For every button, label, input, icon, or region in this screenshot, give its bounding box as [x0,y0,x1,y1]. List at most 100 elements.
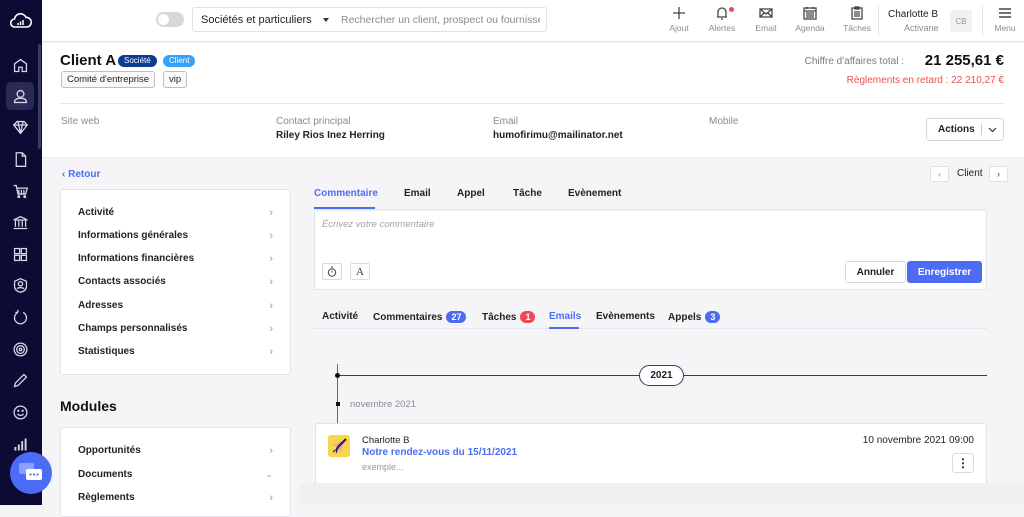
calendar-icon [803,7,817,20]
divider [60,103,1004,104]
search-input[interactable] [335,7,547,32]
calls-count-badge: 3 [705,311,721,323]
hamburger-icon [999,8,1011,18]
next-client-button[interactable]: › [989,166,1008,182]
stopwatch-icon [327,266,337,277]
more-options-button[interactable]: ⋮ [952,453,974,473]
email-author: Charlotte B [362,435,410,446]
menu-label: Menu [994,23,1016,33]
agenda-label: Agenda [795,23,825,33]
comment-input[interactable] [315,211,986,255]
timer-button[interactable] [322,263,342,280]
main-contact-value[interactable]: Riley Rios Inez Herring [276,130,385,141]
menu-button[interactable]: Menu [988,4,1022,38]
caret-down-icon [323,18,329,22]
tab-emails[interactable]: Emails [549,311,581,322]
menu-item-statistics[interactable]: Statistiques › [78,346,273,364]
month-label: novembre 2021 [350,399,417,410]
societe-badge: Société [118,55,157,67]
chevron-right-icon: › [269,253,273,265]
back-link[interactable]: ‹ Retour [62,169,100,180]
add-label: Ajout [669,23,689,33]
bell-icon [717,7,727,20]
comments-count-badge: 27 [446,311,467,323]
entity-filter-select[interactable]: Sociétés et particuliers [192,7,336,32]
module-opportunities[interactable]: Opportunités › [78,445,273,463]
tab-label: Commentaires [373,311,443,323]
cancel-button[interactable]: Annuler [845,261,906,283]
email-date: 10 novembre 2021 09:00 [862,435,974,446]
mode-toggle[interactable] [156,12,184,27]
menu-item-addresses[interactable]: Adresses › [78,300,273,318]
diamond-icon[interactable] [6,113,34,141]
tag[interactable]: Comité d'entreprise [61,71,156,88]
agenda-button[interactable]: Agenda [792,4,828,38]
previous-client-button[interactable]: ‹ [930,166,949,182]
module-payments[interactable]: Règlements › [78,492,273,510]
sidebar-scrollbar[interactable] [38,44,41,149]
pencil-icon[interactable] [6,366,34,394]
tab-events[interactable]: Evènements [596,311,655,322]
client-menu: Activité › Informations générales › Inform… [60,189,291,375]
save-button[interactable]: Enregistrer [907,261,982,283]
tab-tasks[interactable]: Tâches 1 [482,311,536,323]
menu-item-financial-info[interactable]: Informations financières › [78,253,273,271]
document-icon[interactable] [6,145,34,173]
alerts-button[interactable]: Alertes [704,4,740,38]
chat-button[interactable] [10,452,52,494]
add-button[interactable]: Ajout [664,4,694,38]
mail-icon [759,8,773,18]
user-name[interactable]: Charlotte B [888,9,938,20]
menu-item-general-info[interactable]: Informations générales › [78,230,273,248]
chevron-right-icon: › [269,323,273,335]
email-subject-link[interactable]: Notre rendez-vous du 15/11/2021 [362,447,517,458]
revenue-value: 21 255,61 € [924,52,1004,69]
revenue-label: Chiffre d'affaires total : [804,56,904,67]
menu-item-contacts[interactable]: Contacts associés › [78,276,273,294]
menu-item-activite[interactable]: Activité › [78,207,273,225]
target-icon[interactable] [6,335,34,363]
chevron-right-icon: › [269,207,273,219]
menu-item-label: Contacts associés [78,276,166,287]
text-format-button[interactable]: A [350,263,370,280]
chevron-right-icon: › [269,445,273,457]
tag[interactable]: vip [163,71,188,88]
menu-item-label: Adresses [78,300,124,311]
email-button[interactable]: Email [751,4,781,38]
active-tab-indicator [314,207,375,209]
entity-filter-value: Sociétés et particuliers [201,14,312,26]
tab-comments[interactable]: Commentaires 27 [373,311,467,323]
notification-dot [729,7,734,12]
actions-button[interactable]: Actions [926,118,1004,141]
home-icon[interactable] [6,51,34,79]
bank-icon[interactable] [6,208,34,236]
tab-event[interactable]: Evènement [568,188,621,199]
smiley-icon[interactable] [6,398,34,426]
tab-comment[interactable]: Commentaire [314,188,378,199]
tab-task[interactable]: Tâche [513,188,542,199]
tasks-button[interactable]: Tâches [840,4,874,38]
email-value[interactable]: humofirimu@mailinator.net [493,130,623,141]
divider [878,6,879,36]
chevron-right-icon: › [269,230,273,242]
refresh-icon[interactable] [6,303,34,331]
tab-call[interactable]: Appel [457,188,485,199]
activity-tabs: Activité Commentaires 27 Tâches 1 Emails E… [314,308,987,329]
menu-item-custom-fields[interactable]: Champs personnalisés › [78,323,273,341]
chevron-right-icon: › [269,492,273,504]
grid-icon[interactable] [6,240,34,268]
tab-activity[interactable]: Activité [322,311,358,322]
user-icon[interactable] [6,82,34,110]
mobile-label: Mobile [709,116,739,127]
module-label: Documents [78,469,133,480]
chevron-down-icon: ⌄ [265,469,273,479]
cart-icon[interactable] [6,177,34,205]
tab-calls[interactable]: Appels 3 [668,311,721,323]
avatar[interactable]: CB [950,10,972,32]
cloud-logo-icon[interactable] [0,0,42,42]
tab-email[interactable]: Email [404,188,431,199]
module-documents[interactable]: Documents ⌄ [78,469,273,487]
badge-icon[interactable] [6,271,34,299]
clipboard-icon [851,6,863,20]
email-entry[interactable]: Charlotte B Notre rendez-vous du 15/11/2… [315,423,987,483]
